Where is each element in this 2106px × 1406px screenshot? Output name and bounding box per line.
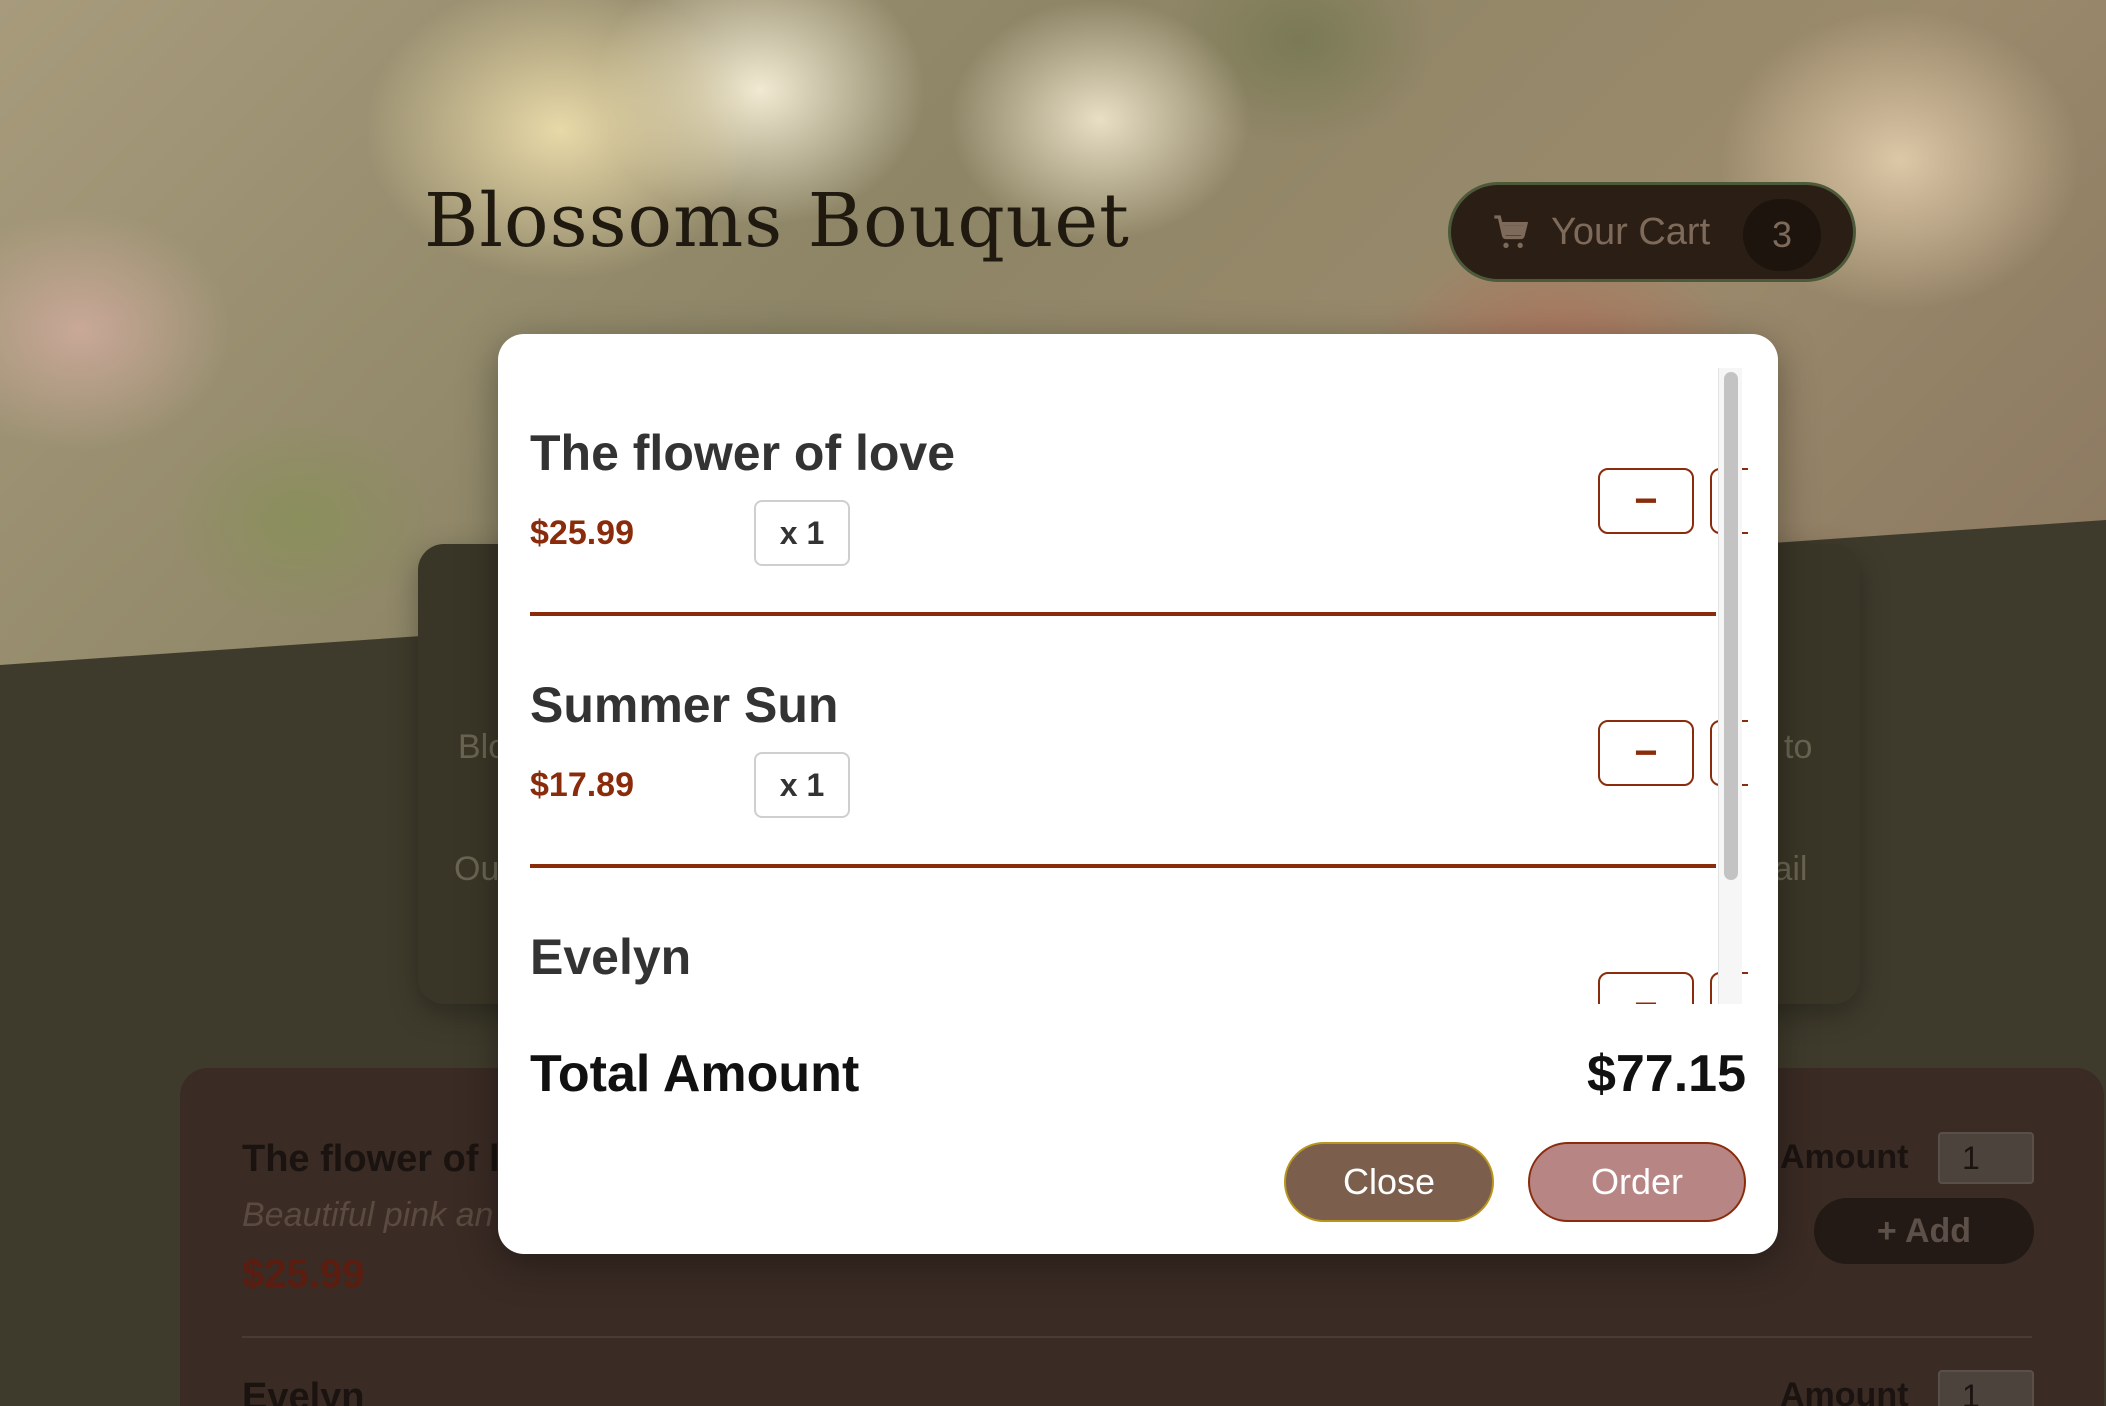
cart-item: Summer Sun $17.89 x 1 − + <box>530 616 1748 868</box>
decrease-quantity-button[interactable]: − <box>1598 720 1694 786</box>
decrease-quantity-button[interactable]: − <box>1598 468 1694 534</box>
close-button[interactable]: Close <box>1284 1142 1494 1222</box>
total-amount-label: Total Amount <box>530 1045 860 1103</box>
scrollbar-thumb[interactable] <box>1724 372 1738 880</box>
cart-item-name: Evelyn <box>530 929 692 985</box>
cart-item-price: $17.89 <box>530 766 634 804</box>
order-button[interactable]: Order <box>1528 1142 1746 1222</box>
cart-item: The flower of love $25.99 x 1 − + <box>530 364 1748 616</box>
total-amount-value: $77.15 <box>1586 1045 1746 1103</box>
cart-item-quantity: x 1 <box>754 500 850 566</box>
cart-item: Evelyn − + <box>530 868 1748 1004</box>
decrease-quantity-button[interactable]: − <box>1598 972 1694 1004</box>
cart-modal: The flower of love $25.99 x 1 − + Summer… <box>498 334 1778 1254</box>
scrollbar[interactable] <box>1718 368 1742 1004</box>
cart-item-quantity: x 1 <box>754 752 850 818</box>
cart-items-list[interactable]: The flower of love $25.99 x 1 − + Summer… <box>530 364 1748 1004</box>
cart-item-price: $25.99 <box>530 514 634 552</box>
cart-item-name: Summer Sun <box>530 677 839 733</box>
cart-item-name: The flower of love <box>530 425 956 481</box>
